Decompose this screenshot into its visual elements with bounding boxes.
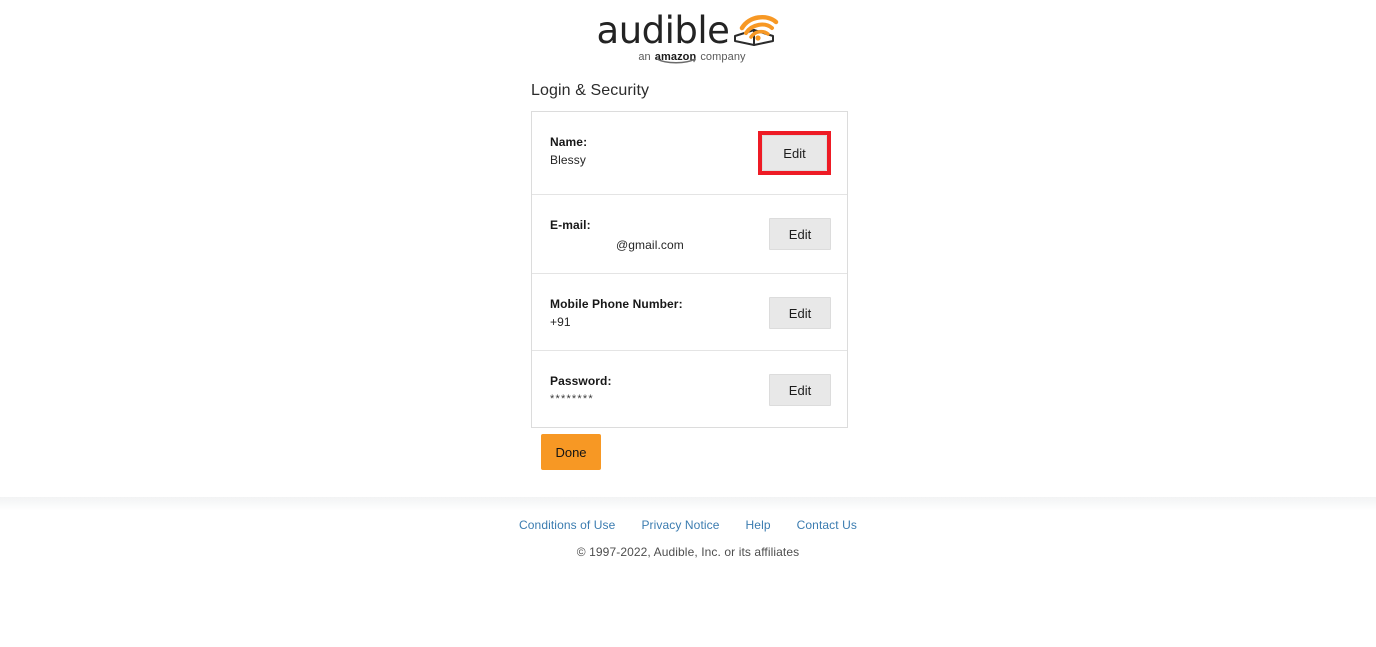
row-label: Mobile Phone Number:: [550, 297, 683, 311]
footer-link-privacy-notice[interactable]: Privacy Notice: [641, 518, 719, 532]
audible-wordmark: audible: [596, 9, 730, 52]
footer-link-contact-us[interactable]: Contact Us: [797, 518, 857, 532]
amazon-smile-icon: [656, 55, 698, 67]
row-text: Password: ********: [550, 370, 769, 408]
edit-password-button[interactable]: Edit: [769, 374, 831, 406]
row-value-masked: ********: [550, 393, 594, 405]
footer-link-conditions-of-use[interactable]: Conditions of Use: [519, 518, 615, 532]
logo-row: audible: [597, 8, 780, 54]
row-text: Mobile Phone Number: +91: [550, 293, 769, 331]
audible-book-wifi-icon: [731, 10, 779, 55]
highlight-annotation-box: Edit: [758, 131, 831, 175]
audible-logo: audible an amazon company: [0, 8, 1376, 64]
page-title: Login & Security: [531, 82, 650, 99]
tagline-prefix: an: [638, 51, 651, 63]
footer-links: Conditions of Use Privacy Notice Help Co…: [519, 518, 857, 532]
row-value: Blessy: [550, 153, 586, 167]
edit-phone-button[interactable]: Edit: [769, 297, 831, 329]
row-text: E-mail: @gmail.com: [550, 214, 769, 254]
row-label: E-mail:: [550, 218, 591, 232]
footer-divider: [0, 497, 1376, 511]
edit-email-button[interactable]: Edit: [769, 218, 831, 250]
account-row-mobile-phone: Mobile Phone Number: +91 Edit: [532, 274, 847, 351]
account-row-password: Password: ******** Edit: [532, 351, 847, 427]
tagline-suffix: company: [700, 51, 746, 63]
login-security-card: Name: Blessy Edit E-mail: @gmail.com Edi…: [531, 111, 848, 428]
row-label: Password:: [550, 374, 612, 388]
row-label: Name:: [550, 135, 588, 149]
copyright-text: © 1997-2022, Audible, Inc. or its affili…: [576, 545, 800, 559]
page-footer: Conditions of Use Privacy Notice Help Co…: [0, 518, 1376, 559]
account-row-email: E-mail: @gmail.com Edit: [532, 195, 847, 274]
account-row-name: Name: Blessy Edit: [532, 112, 847, 195]
footer-link-help[interactable]: Help: [746, 518, 771, 532]
amazon-company-tagline: an amazon company: [638, 51, 746, 64]
account-settings-page: audible an amazon company Login & Securi…: [0, 0, 1376, 647]
row-text: Name: Blessy: [550, 131, 758, 169]
edit-name-button[interactable]: Edit: [762, 135, 827, 171]
tagline-amazon-word: amazon: [655, 51, 697, 64]
row-value: @gmail.com: [616, 238, 684, 252]
done-button[interactable]: Done: [541, 434, 601, 470]
row-value: +91: [550, 315, 571, 329]
